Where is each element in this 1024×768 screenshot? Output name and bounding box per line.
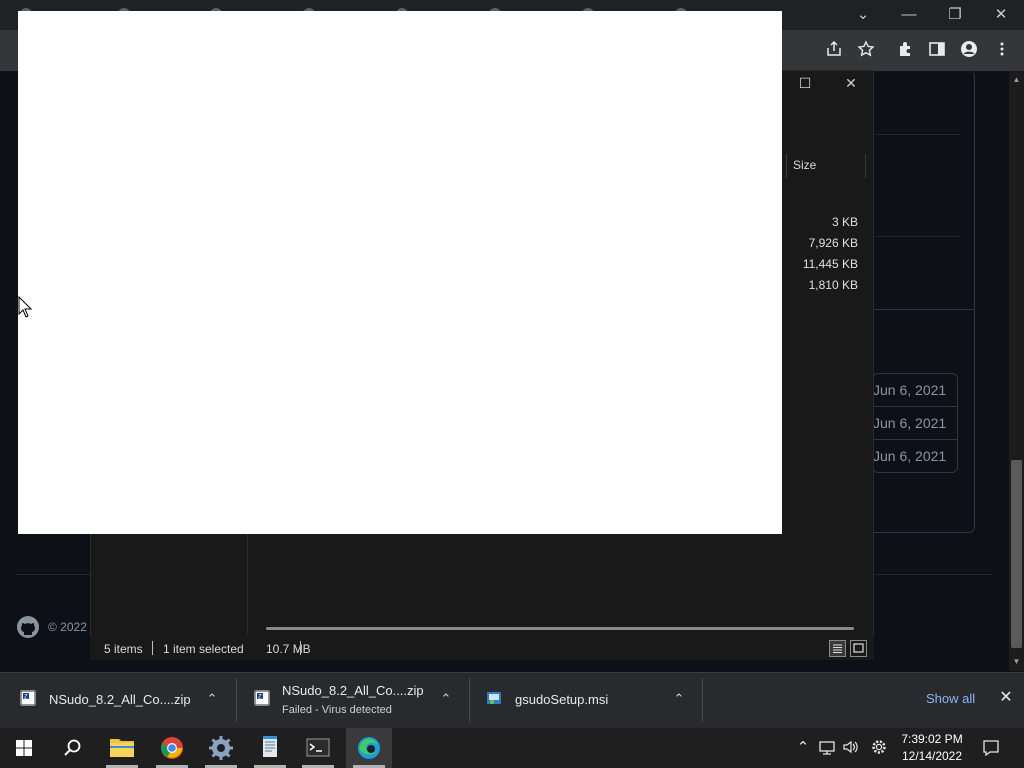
- divider: [875, 134, 960, 135]
- horizontal-scrollbar[interactable]: [266, 627, 854, 630]
- asset-date-text: Jun 6, 2021: [873, 382, 947, 398]
- asset-date-text: Jun 6, 2021: [873, 415, 947, 431]
- blank-window[interactable]: [18, 11, 782, 534]
- asset-date: Jun 6, 2021: [872, 373, 958, 407]
- scroll-up-arrow-icon[interactable]: ▲: [1009, 73, 1024, 87]
- scroll-down-arrow-icon[interactable]: ▼: [1009, 655, 1024, 669]
- selection-count: 1 item selected: [163, 642, 244, 656]
- desktop-screen: ⌄ — ❐ ✕ Jun 6, 2021 Jun 6, 2021 Jun 6, 2…: [0, 0, 1024, 768]
- settings-icon[interactable]: [201, 728, 241, 768]
- profile-icon[interactable]: [958, 40, 980, 62]
- notepad-icon[interactable]: [250, 728, 290, 768]
- system-clock[interactable]: 7:39:02 PM 12/14/2022: [900, 731, 964, 765]
- details-view-icon[interactable]: [829, 640, 846, 657]
- download-status: Failed - Virus detected: [282, 704, 392, 716]
- divider: [875, 236, 960, 237]
- svg-text:Z: Z: [258, 694, 262, 700]
- restore-button[interactable]: ❐: [932, 4, 978, 26]
- chevron-up-icon[interactable]: ⌃: [439, 692, 453, 706]
- status-separator: [300, 641, 301, 655]
- chevron-up-icon[interactable]: ⌃: [205, 692, 219, 706]
- star-icon[interactable]: [855, 40, 877, 62]
- divider: [860, 309, 975, 310]
- item-count: 5 items: [104, 642, 143, 656]
- explorer-close-button[interactable]: ✕: [841, 74, 861, 92]
- selection-size: 10.7 MB: [266, 642, 311, 656]
- download-filename: gsudoSetup.msi: [515, 692, 609, 707]
- zip-file-icon: Z: [254, 690, 270, 706]
- close-download-bar-button[interactable]: ✕: [996, 688, 1016, 708]
- footer-copyright: © 2022: [48, 620, 87, 634]
- side-panel-icon[interactable]: [926, 40, 948, 62]
- minimize-button[interactable]: —: [886, 4, 932, 26]
- share-icon[interactable]: [823, 40, 845, 62]
- size-column-label: Size: [793, 158, 817, 172]
- page-scrollbar-thumb[interactable]: [1011, 460, 1022, 648]
- start-button[interactable]: [4, 728, 44, 768]
- edge-icon[interactable]: [346, 728, 392, 768]
- github-logo-icon[interactable]: [16, 615, 40, 639]
- nav-pane-separator[interactable]: [247, 534, 248, 634]
- file-size: 1,810 KB: [808, 278, 858, 292]
- file-size: 11,445 KB: [802, 257, 858, 271]
- file-explorer-icon[interactable]: [102, 728, 142, 768]
- msi-installer-icon: [486, 690, 502, 706]
- settings-gear-icon[interactable]: [869, 738, 889, 758]
- chrome-icon[interactable]: [152, 728, 192, 768]
- show-hidden-icons-chevron-icon[interactable]: ⌃: [793, 738, 813, 758]
- explorer-maximize-button[interactable]: ☐: [795, 74, 815, 92]
- notifications-icon[interactable]: [981, 738, 1001, 758]
- search-icon[interactable]: [52, 728, 92, 768]
- download-separator: [702, 678, 703, 722]
- download-item[interactable]: [237, 672, 469, 728]
- terminal-icon[interactable]: [298, 728, 338, 768]
- clock-date: 12/14/2022: [901, 749, 963, 763]
- download-filename: NSudo_8.2_All_Co....zip: [49, 692, 191, 707]
- tab-search-button[interactable]: ⌄: [840, 4, 886, 26]
- asset-date-text: Jun 6, 2021: [873, 448, 947, 464]
- volume-icon[interactable]: [841, 738, 861, 758]
- menu-icon[interactable]: [991, 40, 1013, 62]
- asset-date: Jun 6, 2021: [872, 439, 958, 473]
- size-column-header[interactable]: Size: [786, 154, 866, 178]
- extensions-icon[interactable]: [895, 40, 917, 62]
- status-separator: [152, 641, 153, 655]
- mouse-cursor-icon: [18, 295, 33, 318]
- chevron-up-icon[interactable]: ⌃: [672, 692, 686, 706]
- close-button[interactable]: ✕: [978, 4, 1024, 26]
- asset-date: Jun 6, 2021: [872, 406, 958, 440]
- network-icon[interactable]: [817, 738, 837, 758]
- explorer-status-bar: 5 items 1 item selected 10.7 MB: [90, 636, 874, 660]
- file-size: 7,926 KB: [808, 236, 858, 250]
- download-filename: NSudo_8.2_All_Co....zip: [282, 683, 424, 698]
- clock-time: 7:39:02 PM: [901, 732, 963, 746]
- show-all-downloads-link[interactable]: Show all: [926, 691, 975, 706]
- file-size: 3 KB: [831, 215, 858, 229]
- zip-file-icon: Z: [20, 690, 36, 706]
- large-icons-view-icon[interactable]: [850, 640, 867, 657]
- svg-text:Z: Z: [24, 694, 28, 700]
